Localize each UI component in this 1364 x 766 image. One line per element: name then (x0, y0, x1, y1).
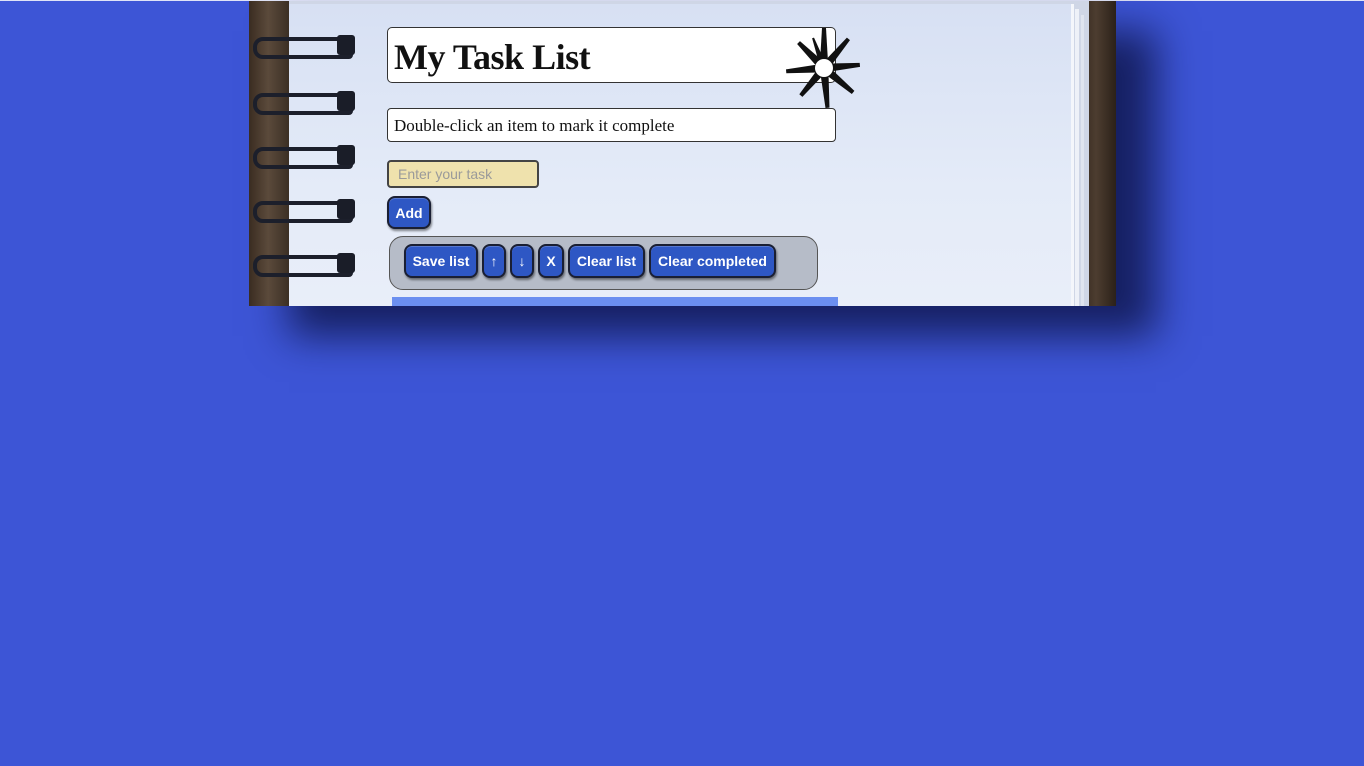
title-panel: My Task List (387, 27, 836, 83)
spiral-ring-icon (253, 91, 357, 115)
spiral-ring-icon (253, 145, 357, 169)
move-down-button[interactable]: ↓ (510, 244, 534, 278)
page-edge (1081, 15, 1084, 306)
clear-completed-button[interactable]: Clear completed (649, 244, 776, 278)
starburst-icon (786, 28, 861, 108)
save-list-button[interactable]: Save list (404, 244, 478, 278)
task-list (392, 297, 838, 306)
task-input[interactable] (387, 160, 539, 188)
instructions-panel: Double-click an item to mark it complete (387, 108, 836, 142)
spiral-ring-icon (253, 199, 357, 223)
clear-list-button[interactable]: Clear list (568, 244, 645, 278)
spiral-ring-icon (253, 35, 357, 59)
instructions-text: Double-click an item to mark it complete (394, 116, 675, 135)
page-edge (1075, 9, 1079, 306)
delete-task-button[interactable]: X (538, 244, 564, 278)
add-button[interactable]: Add (387, 196, 431, 229)
move-up-button[interactable]: ↑ (482, 244, 506, 278)
spiral-ring-icon (253, 253, 357, 277)
page-title: My Task List (394, 37, 591, 77)
